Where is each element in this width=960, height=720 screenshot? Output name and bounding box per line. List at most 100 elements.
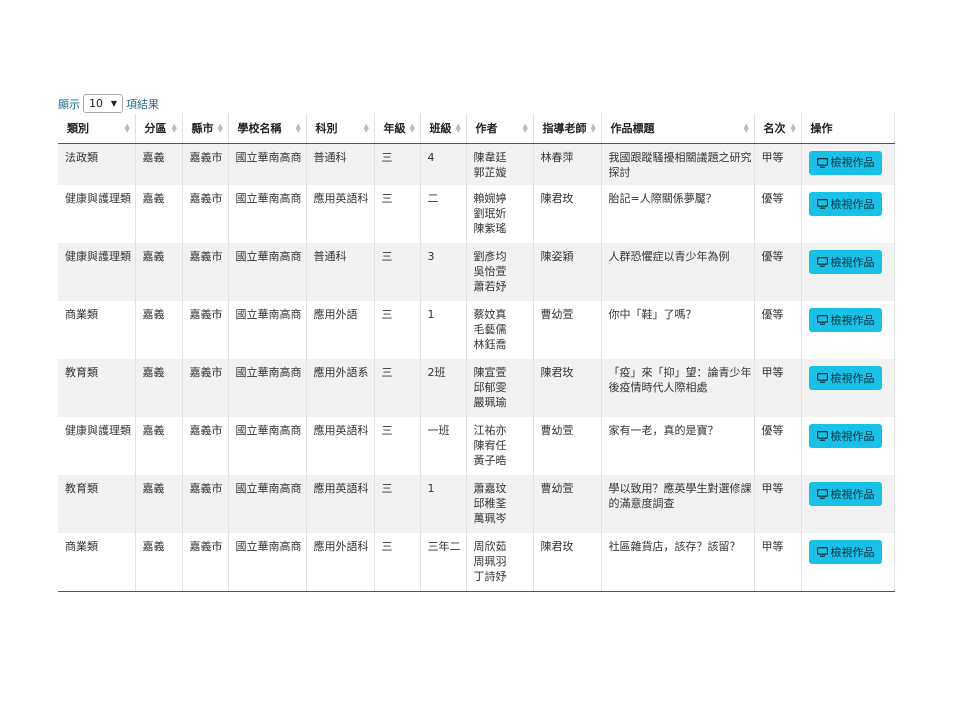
col-header-teacher[interactable]: 指導老師 ▲ ▼ — [533, 114, 602, 144]
cell-title: 家有一老，真的是寶？ — [601, 417, 755, 475]
author-name: 郭芷嫙 — [473, 165, 507, 179]
author-name: 邱稚荃 — [473, 497, 507, 510]
cell-category: 健康與護理類 — [58, 417, 136, 475]
cell-grade: 三 — [374, 475, 421, 533]
cell-city: 嘉義市 — [182, 243, 229, 301]
cell-city: 嘉義市 — [182, 301, 229, 359]
view-work-label: 檢視作品 — [830, 545, 875, 559]
col-header-school[interactable]: 學校名稱 ▲ ▼ — [228, 114, 307, 144]
view-work-button[interactable]: 檢視作品 — [808, 424, 882, 448]
view-work-label: 檢視作品 — [830, 313, 875, 327]
page-length-select[interactable]: 10 ▼ — [83, 94, 123, 113]
cell-action: 檢視作品 — [801, 143, 895, 185]
author-name: 周珮羽 — [473, 555, 507, 568]
cell-rank: 優等 — [754, 301, 802, 359]
view-work-button[interactable]: 檢視作品 — [808, 366, 882, 390]
view-work-label: 檢視作品 — [830, 487, 875, 501]
cell-school: 國立華南高商 — [228, 243, 307, 301]
monitor-icon — [816, 199, 831, 209]
author-name: 陳宣萱 — [473, 366, 507, 379]
author-name: 吳怡萱 — [473, 265, 507, 278]
col-header-city[interactable]: 縣市 ▲ ▼ — [182, 114, 229, 144]
cell-teacher: 林春萍 — [533, 143, 602, 185]
cell-dept: 應用英語科 — [306, 185, 375, 243]
col-header-class[interactable]: 班級 ▲ ▼ — [420, 114, 467, 144]
col-header-dept[interactable]: 科別 ▲ ▼ — [306, 114, 375, 144]
col-header-region[interactable]: 分區 ▲ ▼ — [135, 114, 183, 144]
cell-city: 嘉義市 — [182, 185, 229, 243]
monitor-icon — [816, 257, 831, 267]
cell-rank: 甲等 — [754, 359, 802, 417]
cell-category: 教育類 — [58, 359, 136, 417]
cell-region: 嘉義 — [135, 533, 183, 592]
cell-class: 4 — [420, 143, 467, 185]
cell-city: 嘉義市 — [182, 417, 229, 475]
cell-city: 嘉義市 — [182, 143, 229, 185]
sort-icon: ▲ ▼ — [124, 122, 130, 134]
results-table-container: 類別 ▲ ▼ 分區 ▲ ▼ 縣市 ▲ ▼ 學校名稱 ▲ ▼ 科別 ▲ ▼ 年級 ▲ ▼ 班級 ▲ ▼ 作者 ▲… — [58, 114, 895, 592]
sort-icon: ▲ ▼ — [790, 122, 796, 134]
cell-school: 國立華南高商 — [228, 301, 307, 359]
cell-rank: 優等 — [754, 185, 802, 243]
author-name: 陳韋廷 — [473, 150, 507, 164]
monitor-icon — [816, 373, 831, 383]
view-work-label: 檢視作品 — [830, 156, 875, 169]
author-name: 劉珉妡 — [473, 207, 507, 220]
sort-icon: ▲ ▼ — [455, 122, 461, 134]
cell-school: 國立華南高商 — [228, 533, 307, 592]
view-work-button[interactable]: 檢視作品 — [808, 482, 882, 506]
monitor-icon — [816, 489, 831, 499]
col-header-grade[interactable]: 年級 ▲ ▼ — [374, 114, 421, 144]
view-work-button[interactable]: 檢視作品 — [808, 540, 882, 564]
length-menu: 顯示 10 ▼ 項結果 — [58, 93, 159, 114]
author-name: 蕭嘉玟 — [473, 482, 507, 495]
cell-title: 我國跟蹤騷擾相關議題之研究探討 — [601, 143, 755, 185]
view-work-button[interactable]: 檢視作品 — [808, 250, 882, 274]
table-row: 法政類 嘉義 嘉義市 國立華南高商 普通科三 4 陳韋廷 郭芷嫙 林春萍 我國跟蹤騷擾相關議題之研… — [58, 143, 895, 185]
cell-dept: 應用外語科 — [306, 533, 375, 592]
view-work-button[interactable]: 檢視作品 — [808, 308, 882, 332]
cell-rank: 甲等 — [754, 143, 802, 185]
cell-dept: 普通科 — [306, 243, 375, 301]
cell-title: 人群恐懼症以青少年為例 — [601, 243, 755, 301]
cell-dept: 普通科 — [306, 143, 375, 185]
table-row: 教育類 嘉義 嘉義市 國立華南高商 應用外語系三 2班 陳宣萱 邱郁雯 嚴珮瑜 陳君玫 「疫」來「抑… — [58, 359, 895, 417]
author-name: 陳紫瑤 — [473, 222, 507, 235]
cell-action: 檢視作品 — [801, 301, 895, 359]
cell-authors: 蕭嘉玟 邱稚荃 萬珮岑 — [466, 475, 534, 533]
col-header-category[interactable]: 類別 ▲ ▼ — [58, 114, 136, 144]
cell-category: 商業類 — [58, 533, 136, 592]
cell-title: 社區雜貨店，該存？該留？ — [601, 533, 755, 592]
view-work-label: 檢視作品 — [830, 197, 875, 211]
length-prefix: 顯示 — [58, 97, 80, 111]
monitor-icon — [816, 547, 831, 557]
cell-school: 國立華南高商 — [228, 359, 307, 417]
sort-icon: ▲ ▼ — [590, 122, 596, 134]
col-header-authors[interactable]: 作者 ▲ ▼ — [466, 114, 534, 144]
cell-category: 法政類 — [58, 143, 136, 185]
cell-school: 國立華南高商 — [228, 143, 307, 185]
table-row: 教育類 嘉義 嘉義市 國立華南高商 應用英語科三 1 蕭嘉玟 邱稚荃 萬珮岑 曹幼萱 學以致用？應英… — [58, 475, 895, 533]
author-name: 丁詩妤 — [473, 570, 507, 583]
cell-school: 國立華南高商 — [228, 417, 307, 475]
cell-category: 健康與護理類 — [58, 243, 136, 301]
view-work-button[interactable]: 檢視作品 — [808, 192, 882, 216]
page-length-value: 10 — [89, 97, 103, 110]
author-name: 陳宥任 — [473, 439, 507, 452]
cell-teacher: 陳君玫 — [533, 359, 602, 417]
cell-action: 檢視作品 — [801, 475, 895, 533]
view-work-button[interactable]: 檢視作品 — [808, 150, 882, 175]
cell-dept: 應用英語科 — [306, 417, 375, 475]
col-header-rank[interactable]: 名次 ▲ ▼ — [754, 114, 802, 144]
chevron-down-icon: ▼ — [110, 99, 117, 108]
cell-city: 嘉義市 — [182, 533, 229, 592]
cell-region: 嘉義 — [135, 417, 183, 475]
monitor-icon — [816, 157, 831, 168]
cell-action: 檢視作品 — [801, 185, 895, 243]
table-row: 商業類 嘉義 嘉義市 國立華南高商 應用外語三 1 蔡妏真 毛藝儒 林鈺喬 曹幼萱 你中「鞋」了嗎？… — [58, 301, 895, 359]
col-header-title[interactable]: 作品標題 ▲ ▼ — [601, 114, 755, 144]
cell-action: 檢視作品 — [801, 417, 895, 475]
cell-region: 嘉義 — [135, 359, 183, 417]
author-name: 劉彥均 — [473, 250, 507, 263]
view-work-label: 檢視作品 — [830, 255, 875, 269]
